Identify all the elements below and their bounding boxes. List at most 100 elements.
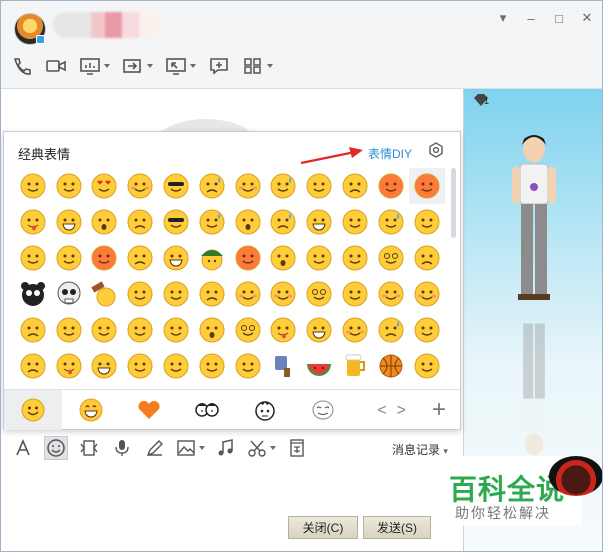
emoji-item[interactable] xyxy=(158,168,194,204)
message-button[interactable] xyxy=(208,54,230,78)
emoji-item[interactable] xyxy=(230,240,266,276)
emoji-item[interactable] xyxy=(230,204,266,240)
emoji-item[interactable] xyxy=(51,240,87,276)
emoji-item[interactable] xyxy=(87,312,123,348)
emoji-item[interactable] xyxy=(51,348,87,384)
emoji-item[interactable] xyxy=(409,348,445,384)
emoji-item[interactable] xyxy=(87,276,123,312)
emoji-item[interactable] xyxy=(51,312,87,348)
emoji-item[interactable] xyxy=(266,168,302,204)
emoji-item[interactable] xyxy=(230,312,266,348)
music-button[interactable] xyxy=(214,436,238,460)
screenshot-button[interactable] xyxy=(247,436,276,460)
emoji-item[interactable] xyxy=(230,168,266,204)
apps-button[interactable] xyxy=(242,54,273,78)
emoji-item[interactable] xyxy=(266,204,302,240)
gif-button[interactable] xyxy=(77,436,101,460)
remote-desktop-button[interactable] xyxy=(165,54,196,78)
emoji-item[interactable] xyxy=(373,240,409,276)
tab-emoji-face[interactable] xyxy=(62,390,120,430)
tab-cartoon-1[interactable] xyxy=(178,390,236,430)
emoji-diy-link[interactable]: 表情DIY xyxy=(368,145,412,162)
emoji-item[interactable] xyxy=(373,204,409,240)
emoji-item[interactable] xyxy=(373,312,409,348)
emoji-item[interactable] xyxy=(15,168,51,204)
dropdown-icon[interactable]: ▾ xyxy=(494,9,512,27)
emoji-item[interactable] xyxy=(194,276,230,312)
emoji-item[interactable] xyxy=(266,348,302,384)
emoji-item[interactable] xyxy=(373,348,409,384)
emoji-item[interactable] xyxy=(194,240,230,276)
emoji-item[interactable] xyxy=(194,204,230,240)
close-icon[interactable]: ✕ xyxy=(578,9,596,27)
emoji-item[interactable] xyxy=(337,348,373,384)
emoji-item[interactable] xyxy=(266,276,302,312)
tab-heart[interactable] xyxy=(120,390,178,430)
emoji-item[interactable] xyxy=(87,240,123,276)
emoji-item[interactable] xyxy=(15,204,51,240)
emoji-item[interactable] xyxy=(301,240,337,276)
emoji-item[interactable] xyxy=(194,312,230,348)
emoji-item[interactable] xyxy=(51,168,87,204)
next-tab-button[interactable]: > xyxy=(397,402,406,420)
emoji-item[interactable] xyxy=(337,168,373,204)
voice-message-button[interactable] xyxy=(110,436,134,460)
tab-classic-face[interactable] xyxy=(4,389,62,430)
emoji-item[interactable] xyxy=(230,276,266,312)
emoji-item[interactable] xyxy=(15,312,51,348)
tab-cartoon-2[interactable] xyxy=(236,390,294,430)
settings-icon[interactable] xyxy=(428,142,444,158)
emoji-item[interactable] xyxy=(301,204,337,240)
emoji-item[interactable] xyxy=(301,348,337,384)
emoji-item[interactable] xyxy=(337,204,373,240)
emoji-item[interactable] xyxy=(87,348,123,384)
prev-tab-button[interactable]: < xyxy=(377,402,386,420)
pin-button[interactable] xyxy=(285,436,309,460)
emoji-item[interactable] xyxy=(122,312,158,348)
emoji-item[interactable] xyxy=(409,312,445,348)
emoji-item[interactable] xyxy=(266,240,302,276)
emoji-item[interactable] xyxy=(337,276,373,312)
emoji-item[interactable] xyxy=(15,240,51,276)
transfer-file-button[interactable] xyxy=(122,54,153,78)
emoji-item[interactable] xyxy=(87,168,123,204)
emoji-item[interactable] xyxy=(158,204,194,240)
font-button[interactable] xyxy=(11,436,35,460)
emoji-item[interactable] xyxy=(194,348,230,384)
emoji-scrollbar[interactable] xyxy=(451,168,456,238)
emoji-item[interactable] xyxy=(51,276,87,312)
emoji-item[interactable] xyxy=(158,240,194,276)
emoji-item[interactable] xyxy=(373,276,409,312)
emoji-item[interactable] xyxy=(122,348,158,384)
emoji-item[interactable] xyxy=(266,312,302,348)
close-button[interactable]: 关闭(C) xyxy=(288,516,358,539)
emoji-item[interactable] xyxy=(122,204,158,240)
emoji-item[interactable] xyxy=(158,276,194,312)
emoji-item[interactable] xyxy=(122,168,158,204)
emoji-item[interactable] xyxy=(15,348,51,384)
emoji-item[interactable] xyxy=(230,348,266,384)
emoji-item[interactable] xyxy=(301,168,337,204)
emoji-item[interactable] xyxy=(158,312,194,348)
emoji-button[interactable] xyxy=(44,436,68,460)
draw-button[interactable] xyxy=(143,436,167,460)
voice-call-button[interactable] xyxy=(11,54,33,78)
minimize-icon[interactable]: – xyxy=(522,9,540,27)
send-button[interactable]: 发送(S) xyxy=(363,516,431,539)
emoji-item[interactable] xyxy=(51,204,87,240)
emoji-item[interactable] xyxy=(301,312,337,348)
video-call-button[interactable] xyxy=(45,54,67,78)
emoji-item[interactable] xyxy=(15,276,51,312)
screen-share-button[interactable] xyxy=(79,54,110,78)
emoji-item[interactable] xyxy=(194,168,230,204)
emoji-item[interactable] xyxy=(158,348,194,384)
emoji-item[interactable] xyxy=(337,240,373,276)
emoji-item[interactable] xyxy=(122,240,158,276)
emoji-item[interactable] xyxy=(122,276,158,312)
emoji-item[interactable] xyxy=(409,204,445,240)
emoji-item[interactable] xyxy=(337,312,373,348)
emoji-item[interactable] xyxy=(408,168,445,204)
emoji-item[interactable] xyxy=(87,204,123,240)
emoji-item[interactable] xyxy=(373,168,409,204)
emoji-item[interactable] xyxy=(409,240,445,276)
